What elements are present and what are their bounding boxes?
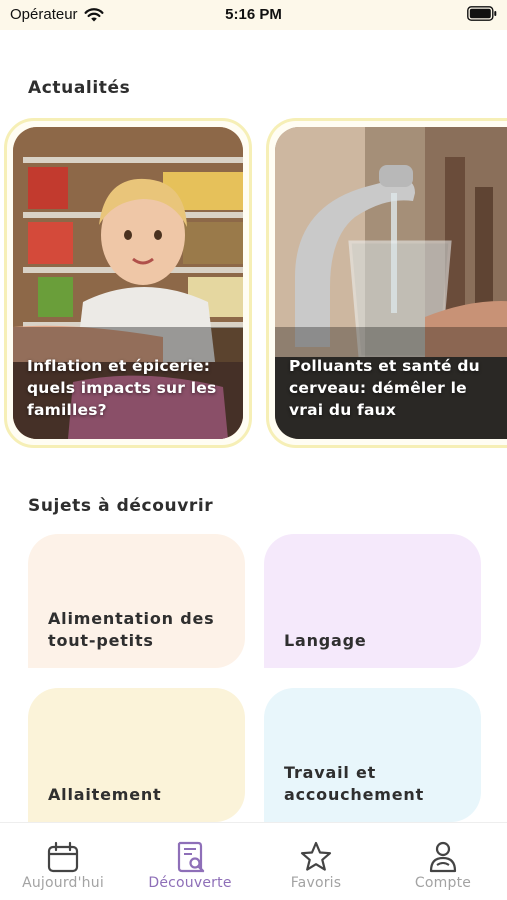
- tab-label: Compte: [414, 875, 472, 891]
- topic-label: Travail et accouchement: [284, 763, 425, 804]
- status-time: 5:16 PM: [225, 6, 282, 23]
- tab-aujourdhui[interactable]: Aujourd'hui: [0, 823, 126, 900]
- topic-label: Langage: [284, 631, 367, 650]
- topic-label: Allaitement: [48, 785, 162, 804]
- battery-icon: [467, 6, 497, 21]
- star-icon: [300, 841, 332, 871]
- topic-label: Alimentation des tout-petits: [48, 609, 215, 650]
- news-card-inflation[interactable]: Inflation et épicerie: quels impacts sur…: [4, 118, 252, 448]
- topic-card-travail[interactable]: Travail et accouchement: [264, 688, 481, 822]
- status-bar: Opérateur 5:16 PM: [0, 0, 507, 30]
- tab-favoris[interactable]: Favoris: [253, 823, 379, 900]
- tab-bar: Aujourd'hui Découverte Favoris Compte: [0, 822, 507, 900]
- tab-label: Découverte: [148, 875, 232, 891]
- news-photo-grocery: Inflation et épicerie: quels impacts sur…: [13, 127, 243, 439]
- topic-card-langage[interactable]: Langage: [264, 534, 481, 668]
- tab-decouverte[interactable]: Découverte: [127, 823, 253, 900]
- tab-compte[interactable]: Compte: [380, 823, 506, 900]
- news-caption: Polluants et santé du cerveau: démêler l…: [289, 357, 480, 419]
- book-search-icon: [177, 841, 205, 873]
- topic-card-allaitement[interactable]: Allaitement: [28, 688, 245, 822]
- news-card-pollutants[interactable]: Polluants et santé du cerveau: démêler l…: [266, 118, 507, 448]
- news-section-title: Actualités: [28, 78, 131, 98]
- news-caption: Inflation et épicerie: quels impacts sur…: [27, 357, 217, 419]
- tab-label: Aujourd'hui: [22, 875, 104, 891]
- person-icon: [429, 841, 457, 873]
- topics-section-title: Sujets à découvrir: [28, 496, 214, 516]
- topic-card-alimentation[interactable]: Alimentation des tout-petits: [28, 534, 245, 668]
- tab-label: Favoris: [290, 875, 342, 891]
- calendar-icon: [47, 841, 79, 873]
- news-photo-water: Polluants et santé du cerveau: démêler l…: [275, 127, 507, 439]
